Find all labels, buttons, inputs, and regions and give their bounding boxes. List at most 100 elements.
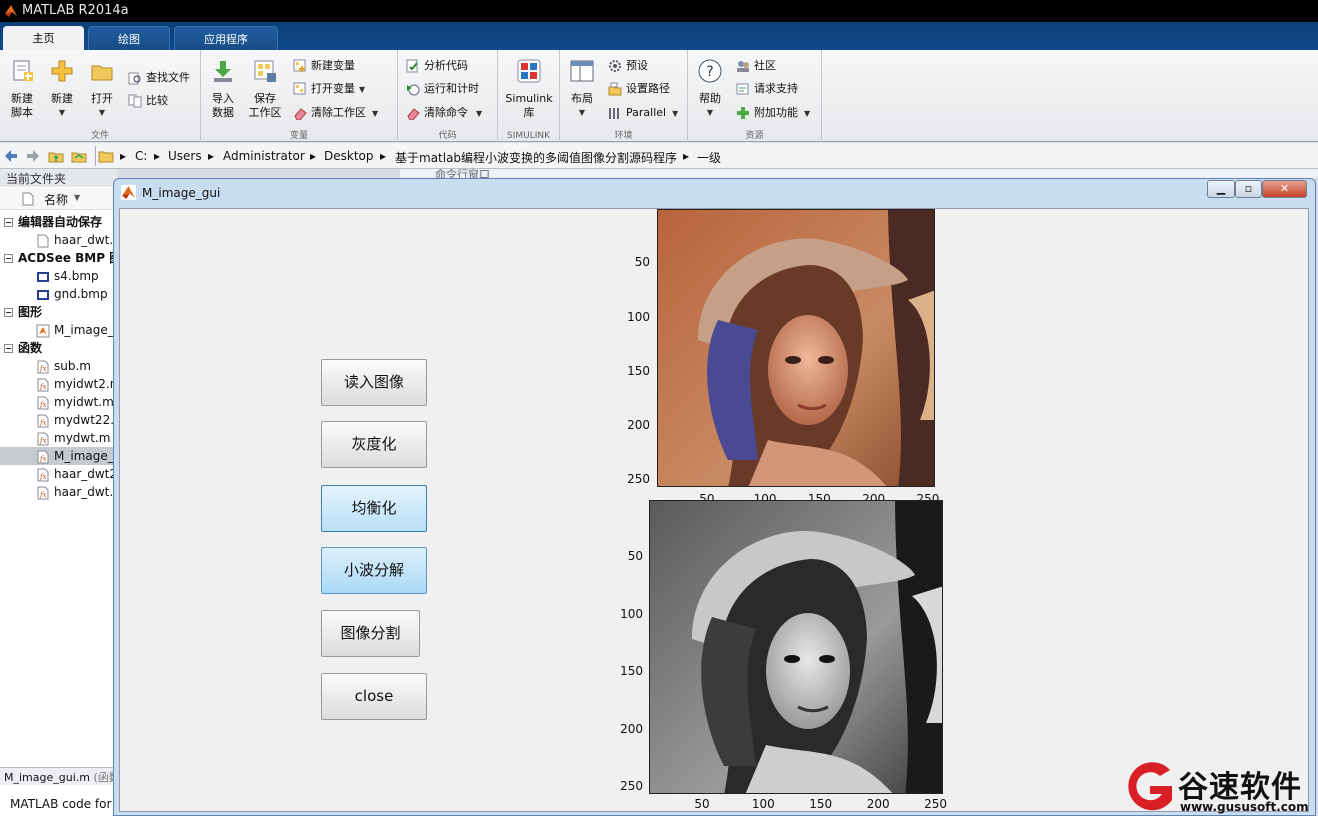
tree-file[interactable]: fx mydwt22. (0, 411, 118, 429)
matlab-logo-icon (5, 5, 17, 17)
axes2-x-tick-label: 200 (866, 797, 890, 811)
details-description: MATLAB code for (10, 797, 112, 811)
new-button[interactable]: 新建 ▼ (44, 58, 80, 120)
tree-file[interactable]: fx M_image_ (0, 447, 118, 465)
browse-folder-icon[interactable] (71, 148, 87, 164)
gear-icon (609, 60, 621, 72)
import-data-button[interactable]: 导入 数据 (205, 58, 241, 120)
new-label: 新建 (51, 92, 73, 105)
parallel-label: Parallel (626, 106, 667, 119)
minimize-button[interactable]: ▁ (1207, 180, 1235, 198)
breadcrumb-level1[interactable]: 一级 (697, 149, 721, 166)
tree-file[interactable]: fx haar_dwt. (0, 483, 118, 501)
tab-apps[interactable]: 应用程序 (174, 26, 278, 50)
breadcrumb-desktop[interactable]: Desktop (324, 149, 374, 163)
tree-item-label: gnd.bmp (54, 287, 108, 301)
tree-section[interactable]: − ACDSee BMP 图 (0, 249, 118, 267)
clear-commands-button[interactable]: 清除命令 ▼ (406, 103, 482, 123)
group-file-label: 文件 (90, 131, 109, 141)
open-button[interactable]: 打开 ▼ (84, 58, 120, 120)
find-files-icon (128, 72, 141, 85)
parallel-button[interactable]: Parallel ▼ (608, 103, 678, 123)
breadcrumb-separator-icon: ▸ (154, 149, 161, 163)
figure-window: M_image_gui ▁ ▫ ✕ 读入图像 灰度化 均衡化 小波分解 图像分割… (113, 178, 1316, 816)
axes2-x-tick-label: 100 (751, 797, 775, 811)
svg-text:?: ? (706, 64, 713, 80)
matlab-logo-icon (121, 185, 136, 200)
find-files-label: 查找文件 (146, 71, 190, 84)
close-icon: ✕ (1279, 182, 1290, 195)
read-image-button[interactable]: 读入图像 (321, 359, 427, 406)
forward-arrow-icon[interactable] (25, 148, 41, 164)
axes2-y-tick-label: 200 (620, 721, 643, 736)
collapse-toggle-icon[interactable]: − (4, 254, 13, 263)
new-variable-label: 新建变量 (311, 59, 355, 72)
equalize-button[interactable]: 均衡化 (321, 485, 427, 532)
collapse-toggle-icon[interactable]: − (4, 344, 13, 353)
simulink-library-button[interactable]: Simulink 库 (504, 58, 554, 120)
find-files-button[interactable]: 查找文件 (128, 68, 190, 88)
tree-file[interactable]: fx sub.m (0, 357, 118, 375)
tree-item-label: myidwt.m (54, 395, 114, 409)
tree-file[interactable]: haar_dwt. (0, 231, 118, 249)
breadcrumb-c[interactable]: C: (135, 149, 147, 163)
new-variable-button[interactable]: 新建变量 (293, 56, 355, 76)
axes-processed-image (649, 500, 943, 794)
analyze-code-button[interactable]: 分析代码 (406, 56, 468, 76)
tree-item-label: 编辑器自动保存 (18, 215, 103, 229)
breadcrumb-project-folder[interactable]: 基于matlab编程小波变换的多阈值图像分割源码程序 (395, 149, 677, 166)
compare-button[interactable]: 比较 (128, 91, 168, 111)
analyze-code-label: 分析代码 (424, 59, 468, 72)
axes1-y-tick-label: 250 (627, 472, 650, 487)
run-and-time-button[interactable]: 运行和计时 (406, 79, 479, 99)
breadcrumb-administrator[interactable]: Administrator (223, 149, 305, 163)
community-button[interactable]: 社区 (736, 56, 776, 76)
save-workspace-label: 保存 工作区 (248, 92, 282, 119)
tree-file[interactable]: M_image_ (0, 321, 118, 339)
wavelet-decompose-button[interactable]: 小波分解 (321, 547, 427, 594)
clear-workspace-button[interactable]: 清除工作区 ▼ (293, 103, 378, 123)
layout-button[interactable]: 布局 ▼ (566, 58, 598, 120)
open-variable-button[interactable]: 打开变量 ▼ (293, 79, 365, 99)
import-data-label: 导入 数据 (212, 92, 234, 119)
column-name-label[interactable]: 名称 (44, 191, 68, 208)
tree-file[interactable]: gnd.bmp (0, 285, 118, 303)
tree-file[interactable]: fx myidwt.m (0, 393, 118, 411)
title-bar: MATLAB R2014a (0, 0, 1318, 22)
tree-section[interactable]: − 编辑器自动保存 (0, 213, 118, 231)
breadcrumb-users[interactable]: Users (168, 149, 202, 163)
close-window-button[interactable]: ✕ (1262, 180, 1307, 198)
new-variable-icon (293, 59, 306, 72)
new-script-button[interactable]: 新建 脚本 (4, 58, 40, 120)
group-environment: 布局 ▼ 预设 设置路径 Parallel ▼ 环境 (560, 50, 688, 142)
tree-section[interactable]: − 函数 (0, 339, 118, 357)
column-header: 名称 ▼ (0, 188, 118, 210)
save-workspace-button[interactable]: 保存 工作区 (245, 58, 285, 120)
set-path-button[interactable]: 设置路径 (608, 79, 670, 99)
preferences-button[interactable]: 预设 (608, 56, 648, 76)
figure-title: M_image_gui (142, 186, 221, 200)
close-button[interactable]: close (321, 673, 427, 720)
tab-home[interactable]: 主页 (3, 26, 84, 50)
tab-plots[interactable]: 绘图 (88, 26, 170, 50)
sort-arrow-icon[interactable]: ▼ (74, 193, 80, 202)
add-ons-button[interactable]: 附加功能 ▼ (736, 103, 810, 123)
tree-file[interactable]: fx mydwt.m (0, 429, 118, 447)
collapse-toggle-icon[interactable]: − (4, 308, 13, 317)
request-support-button[interactable]: 请求支持 (736, 79, 798, 99)
breadcrumb-separator-icon: ▸ (120, 149, 127, 163)
tree-file[interactable]: fx myidwt2.n (0, 375, 118, 393)
breadcrumb-separator-icon: ▸ (208, 149, 215, 163)
tree-file[interactable]: s4.bmp (0, 267, 118, 285)
tree-section[interactable]: − 图形 (0, 303, 118, 321)
clear-workspace-label: 清除工作区 (311, 106, 366, 119)
new-script-icon (13, 60, 33, 81)
maximize-button[interactable]: ▫ (1235, 180, 1262, 198)
segment-image-button[interactable]: 图像分割 (321, 610, 420, 657)
help-button[interactable]: ? 帮助 ▼ (694, 58, 726, 120)
tree-file[interactable]: fx haar_dwt2 (0, 465, 118, 483)
collapse-toggle-icon[interactable]: − (4, 218, 13, 227)
up-folder-icon[interactable] (48, 148, 64, 164)
grayscale-button[interactable]: 灰度化 (321, 421, 427, 468)
back-arrow-icon[interactable] (3, 148, 19, 164)
